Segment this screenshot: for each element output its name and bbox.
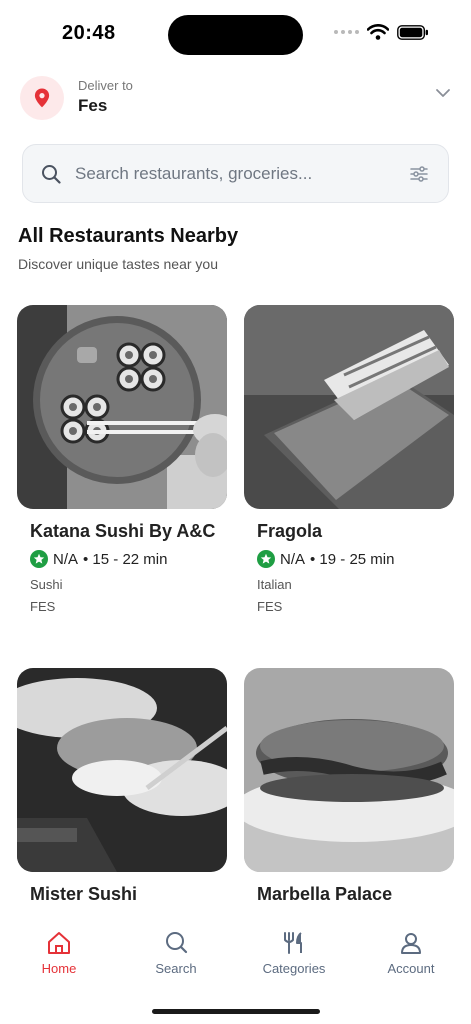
battery-icon [397, 24, 428, 40]
tab-search[interactable]: Search [131, 930, 221, 976]
restaurant-delivery-time: • 15 - 22 min [83, 550, 168, 568]
location-pin-icon [20, 76, 64, 120]
tab-categories[interactable]: Categories [249, 930, 339, 976]
bottom-tab-bar: Home Search Categories Account [0, 912, 471, 1024]
filter-sliders-icon[interactable] [410, 165, 428, 183]
restaurant-city: FES [30, 599, 56, 614]
restaurant-city: FES [257, 599, 283, 614]
fork-knife-icon [284, 932, 302, 954]
restaurant-card[interactable]: Fragola N/A • 19 - 25 min Italian FES [244, 305, 454, 614]
tab-label: Categories [262, 961, 326, 976]
star-rating-icon [257, 550, 275, 568]
restaurant-rating: N/A [280, 550, 306, 568]
restaurant-name: Fragola [257, 521, 323, 541]
restaurant-name: Marbella Palace [257, 884, 393, 904]
deliver-city: Fes [78, 96, 108, 115]
status-bar: 20:48 [0, 0, 471, 70]
restaurant-photo [244, 305, 454, 509]
home-indicator[interactable] [152, 1009, 320, 1014]
home-icon [48, 932, 70, 954]
restaurant-rating: N/A [53, 550, 79, 568]
restaurant-meta: N/A • 15 - 22 min [30, 550, 167, 568]
delivery-location-selector[interactable]: Deliver to Fes [20, 74, 451, 122]
restaurant-name: Mister Sushi [30, 884, 138, 904]
restaurant-name: Katana Sushi By A&C [30, 521, 216, 541]
restaurant-card[interactable]: Katana Sushi By A&C N/A • 15 - 22 min Su… [17, 305, 227, 614]
user-icon [401, 933, 421, 954]
tab-label: Home [41, 961, 77, 976]
restaurant-photo [244, 668, 454, 872]
status-time: 20:48 [62, 22, 116, 44]
status-icons [334, 24, 429, 40]
chevron-down-icon[interactable] [435, 88, 451, 98]
restaurant-meta: N/A • 19 - 25 min [257, 550, 394, 568]
cellular-signal-icon [334, 30, 359, 34]
search-icon [42, 165, 61, 184]
wifi-icon [367, 24, 389, 40]
restaurant-photo [17, 305, 227, 509]
search-bar[interactable] [22, 144, 449, 203]
star-rating-icon [30, 550, 48, 568]
restaurant-card[interactable]: Marbella Palace [244, 668, 454, 904]
search-icon [166, 932, 188, 954]
restaurant-card[interactable]: Mister Sushi [17, 668, 227, 904]
tab-account[interactable]: Account [366, 930, 456, 976]
section-subtitle: Discover unique tastes near you [18, 256, 218, 272]
search-input[interactable] [75, 145, 395, 202]
dynamic-island [168, 15, 303, 55]
restaurant-photo [17, 668, 227, 872]
restaurant-cuisine: Italian [257, 577, 292, 592]
deliver-to-label: Deliver to [78, 78, 133, 93]
section-title: All Restaurants Nearby [18, 225, 239, 247]
tab-home[interactable]: Home [14, 930, 104, 976]
restaurant-delivery-time: • 19 - 25 min [310, 550, 395, 568]
tab-label: Account [387, 961, 435, 976]
restaurant-cuisine: Sushi [30, 577, 63, 592]
tab-label: Search [155, 961, 197, 976]
